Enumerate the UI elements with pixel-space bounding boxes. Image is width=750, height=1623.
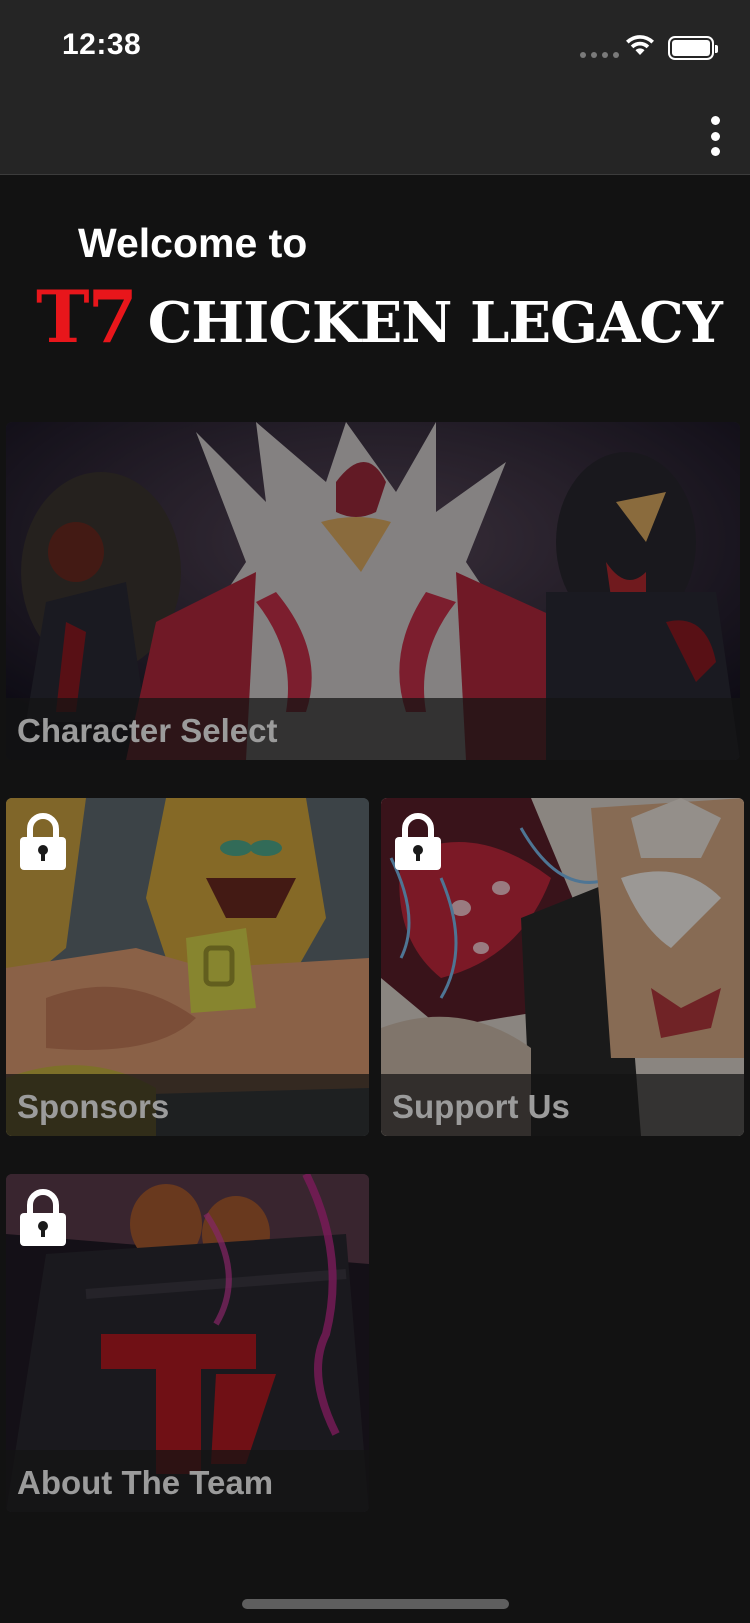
lock-icon	[395, 813, 441, 870]
about-the-team-label: About The Team	[17, 1464, 274, 1501]
cellular-signal-icon	[580, 52, 619, 58]
character-select-tile[interactable]: Character Select	[6, 422, 740, 760]
about-the-team-tile[interactable]: About The Team	[6, 1174, 369, 1512]
battery-icon	[668, 36, 718, 60]
home-indicator[interactable]	[242, 1599, 509, 1609]
welcome-text: Welcome to	[78, 220, 308, 266]
lock-icon	[20, 1189, 66, 1246]
support-us-tile[interactable]: Support Us	[381, 798, 744, 1136]
app-title: T7 CHICKEN LEGACY	[36, 274, 723, 359]
status-bar: 12:38	[0, 0, 750, 88]
main-content: Welcome to T7 CHICKEN LEGACY Character S…	[0, 176, 750, 1623]
character-select-label: Character Select	[17, 712, 278, 749]
sponsors-label: Sponsors	[17, 1088, 170, 1125]
sponsors-tile[interactable]: Sponsors	[6, 798, 369, 1136]
more-vertical-icon[interactable]	[694, 116, 736, 156]
wifi-icon	[626, 35, 654, 55]
title-t7: T7	[36, 274, 138, 359]
status-time: 12:38	[62, 28, 142, 61]
support-us-label: Support Us	[392, 1088, 570, 1125]
lock-icon	[20, 813, 66, 870]
nav-bar	[0, 88, 750, 175]
title-chicken-legacy: CHICKEN LEGACY	[147, 290, 723, 356]
